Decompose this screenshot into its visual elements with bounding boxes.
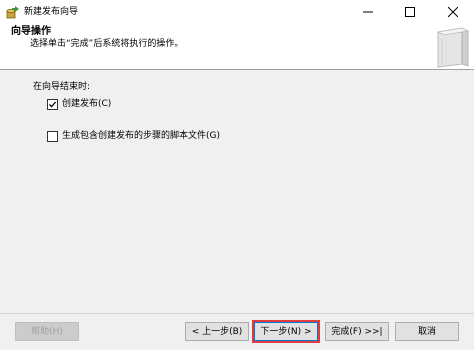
- wizard-body: 在向导结束时: 创建发布(C) 生成包含创建发布的步骤的脚本文件(G): [0, 70, 474, 313]
- maximize-button[interactable]: [390, 0, 430, 24]
- title-bar[interactable]: 新建发布向导: [0, 0, 474, 24]
- generate-script-label: 生成包含创建发布的步骤的脚本文件(G): [62, 131, 220, 141]
- finish-button[interactable]: 完成(F) >>|: [325, 322, 389, 341]
- wizard-header: 向导操作 选择单击“完成”后系统将执行的操作。: [0, 24, 474, 69]
- generate-script-checkbox[interactable]: [47, 130, 58, 142]
- minimize-button[interactable]: [348, 0, 388, 24]
- create-publication-label: 创建发布(C): [62, 99, 112, 109]
- group-label: 在向导结束时:: [33, 82, 91, 92]
- checkmark-icon: [49, 101, 57, 108]
- create-publication-checkbox[interactable]: [47, 98, 58, 110]
- generate-script-option[interactable]: 生成包含创建发布的步骤的脚本文件(G): [47, 130, 220, 142]
- close-icon: [448, 7, 458, 17]
- create-publication-option[interactable]: 创建发布(C): [47, 98, 111, 110]
- next-button[interactable]: 下一步(N) >: [252, 320, 320, 343]
- help-button[interactable]: 帮助(H): [15, 322, 79, 341]
- wizard-book-icon: [428, 26, 472, 68]
- page-title: 向导操作: [11, 26, 51, 37]
- cancel-button[interactable]: 取消: [395, 322, 459, 341]
- footer-divider: [0, 313, 474, 314]
- page-subtitle: 选择单击“完成”后系统将执行的操作。: [30, 39, 184, 49]
- wizard-window: 新建发布向导 向导操作 选择单击“完成”后系统将执行的操作。 在向导结束时: 创…: [0, 0, 474, 350]
- database-publication-icon: [6, 5, 20, 19]
- window-title: 新建发布向导: [24, 7, 79, 17]
- close-button[interactable]: [432, 0, 474, 24]
- back-button[interactable]: < 上一步(B): [185, 322, 249, 341]
- maximize-icon: [405, 7, 415, 17]
- minimize-icon: [363, 11, 373, 13]
